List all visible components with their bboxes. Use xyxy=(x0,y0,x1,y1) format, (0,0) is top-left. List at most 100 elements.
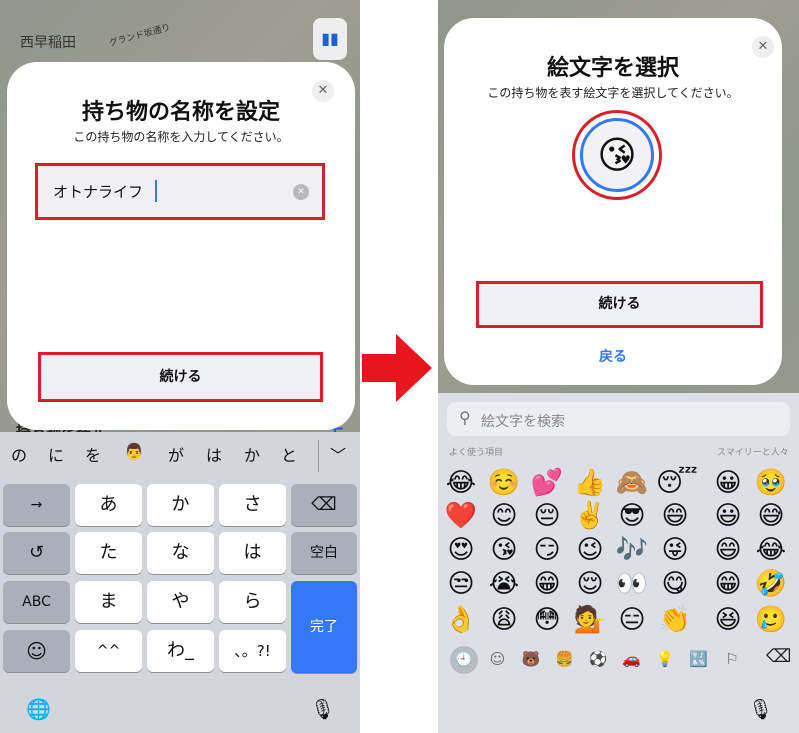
key-emoji[interactable]: ☺ xyxy=(3,630,70,672)
globe-icon[interactable]: 🌐 xyxy=(26,697,51,721)
emoji-key[interactable]: 😀 xyxy=(709,467,747,499)
emoji-key[interactable]: 😊 xyxy=(485,500,523,532)
emoji-key[interactable]: 😂 xyxy=(442,467,480,499)
emoji-key[interactable]: 😒 xyxy=(442,568,480,600)
key-ha[interactable]: は xyxy=(219,532,286,574)
emoji-key[interactable]: 😉 xyxy=(571,534,609,566)
key-abc[interactable]: ABC xyxy=(3,581,70,623)
emoji-key[interactable]: 🎶 xyxy=(613,534,651,566)
emoji-key[interactable]: 😃 xyxy=(709,500,747,532)
emoji-key[interactable]: 😜 xyxy=(656,534,694,566)
arrow-right-icon xyxy=(362,334,432,402)
continue-button[interactable]: 続ける xyxy=(476,281,763,328)
emoji-key[interactable]: 🥹 xyxy=(752,467,790,499)
emoji-key[interactable]: ❤️ xyxy=(442,500,480,532)
emoji-key[interactable]: 😁 xyxy=(709,568,747,600)
clear-input-button[interactable]: ✕ xyxy=(293,184,309,200)
emoji-key[interactable]: 😄 xyxy=(656,500,694,532)
emoji-key[interactable]: 👌 xyxy=(442,604,480,636)
emoji-key[interactable]: 🙈 xyxy=(613,467,651,499)
name-dialog: ✕ 持ち物の名称を設定 この持ち物の名称を入力してください。 オトナライフ ✕ … xyxy=(7,62,355,430)
key-ma[interactable]: ま xyxy=(75,581,142,623)
key-kaomoji[interactable]: ^^ xyxy=(75,630,142,672)
category-flags-icon[interactable]: ⚐ xyxy=(719,648,745,670)
candidate[interactable]: は xyxy=(206,442,222,466)
emoji-key[interactable]: 😅 xyxy=(752,500,790,532)
key-delete[interactable]: ⌫ xyxy=(291,484,357,526)
key-punctuation[interactable]: 、。?! xyxy=(219,630,286,672)
candidate[interactable]: に xyxy=(48,442,64,466)
name-input[interactable]: オトナライフ ✕ xyxy=(35,163,325,220)
emoji-key[interactable]: 😩 xyxy=(485,604,523,636)
key-sa[interactable]: さ xyxy=(219,484,286,526)
category-food-icon[interactable]: 🍔 xyxy=(552,648,578,670)
candidate[interactable]: と xyxy=(281,442,297,466)
key-undo[interactable]: ↺ xyxy=(3,532,70,574)
map-icon: ▮▮ xyxy=(321,29,339,48)
emoji-key[interactable]: 😄 xyxy=(709,534,747,566)
key-ra[interactable]: ら xyxy=(219,581,286,623)
emoji-key[interactable]: 😌 xyxy=(571,568,609,600)
candidate[interactable]: を xyxy=(85,442,101,466)
microphone-icon[interactable]: 🎙 xyxy=(310,697,335,721)
delete-icon[interactable]: ⌫ xyxy=(766,646,791,667)
candidate[interactable]: の xyxy=(11,442,27,466)
category-symbols-icon[interactable]: 🔣 xyxy=(686,648,712,670)
emoji-key[interactable]: 😁 xyxy=(528,568,566,600)
emoji-key[interactable]: ☺️ xyxy=(485,467,523,499)
key-ka[interactable]: か xyxy=(147,484,214,526)
key-ta[interactable]: た xyxy=(75,532,142,574)
category-objects-icon[interactable]: 💡 xyxy=(652,648,678,670)
key-na[interactable]: な xyxy=(147,532,214,574)
emoji-key[interactable]: 🤣 xyxy=(752,568,790,600)
category-activity-icon[interactable]: ⚽ xyxy=(585,648,611,670)
text-cursor xyxy=(155,180,157,202)
key-next[interactable]: → xyxy=(3,484,70,526)
search-placeholder: 絵文字を検索 xyxy=(481,414,565,430)
candidate[interactable]: か xyxy=(244,442,260,466)
collapse-candidates-icon[interactable]: ﹀ xyxy=(330,442,346,466)
emoji-key[interactable]: 😔 xyxy=(528,500,566,532)
emoji-key[interactable]: 👀 xyxy=(613,568,651,600)
emoji-key[interactable]: ✌️ xyxy=(571,500,609,532)
category-recent-icon[interactable]: 🕘 xyxy=(451,648,477,670)
emoji-key[interactable]: 💕 xyxy=(528,467,566,499)
section-label-smileys: スマイリーと人々 xyxy=(717,448,789,458)
back-button[interactable]: 戻る xyxy=(444,346,782,366)
emoji-key[interactable]: 🥲 xyxy=(752,604,790,636)
emoji-key[interactable]: 😑 xyxy=(613,604,651,636)
emoji-key[interactable]: 😴 xyxy=(656,467,698,499)
emoji-key[interactable]: 👍 xyxy=(571,467,609,499)
emoji-key[interactable]: 👏 xyxy=(656,604,694,636)
emoji-key[interactable]: 😂 xyxy=(752,534,790,566)
emoji-key[interactable]: 💁 xyxy=(571,604,609,636)
left-screen: 西早稲田 グランド坂通り ▮▮ 持ち物を探す + ✕ 持ち物の名称を設定 この持… xyxy=(0,0,360,733)
selected-emoji-button[interactable]: 😘 xyxy=(580,118,654,192)
emoji-key[interactable]: 😋 xyxy=(656,568,694,600)
emoji-key[interactable]: 😆 xyxy=(709,604,747,636)
candidate[interactable]: 👨 xyxy=(124,442,144,461)
emoji-key[interactable]: 😍 xyxy=(442,534,480,566)
microphone-icon[interactable]: 🎙 xyxy=(748,697,773,721)
key-a[interactable]: あ xyxy=(75,484,142,526)
search-icon: ⚲ xyxy=(459,408,471,427)
continue-button[interactable]: 続ける xyxy=(38,352,323,402)
dialog-subtitle: この持ち物を表す絵文字を選択してください。 xyxy=(487,86,739,100)
emoji-key[interactable]: 😳 xyxy=(528,604,566,636)
key-space[interactable]: 空白 xyxy=(291,532,357,574)
candidate[interactable]: が xyxy=(168,442,184,466)
emoji-key[interactable]: 😎 xyxy=(613,500,651,532)
map-mode-button[interactable]: ▮▮ xyxy=(313,18,347,60)
key-done[interactable]: 完了 xyxy=(291,581,357,673)
map-area-label: 西早稲田 xyxy=(20,35,76,51)
emoji-search-input[interactable]: ⚲ 絵文字を検索 xyxy=(447,402,790,436)
emoji-key[interactable]: 😭 xyxy=(485,568,523,600)
emoji-key[interactable]: 😏 xyxy=(528,534,566,566)
category-animals-icon[interactable]: 🐻 xyxy=(518,648,544,670)
emoji-key[interactable]: 😘 xyxy=(485,534,523,566)
category-travel-icon[interactable]: 🚗 xyxy=(619,648,645,670)
map-street-label: グランド坂通り xyxy=(108,22,172,49)
key-ya[interactable]: や xyxy=(147,581,214,623)
category-smileys-icon[interactable]: ☺ xyxy=(485,648,511,670)
key-wa[interactable]: わ_ xyxy=(147,630,214,672)
